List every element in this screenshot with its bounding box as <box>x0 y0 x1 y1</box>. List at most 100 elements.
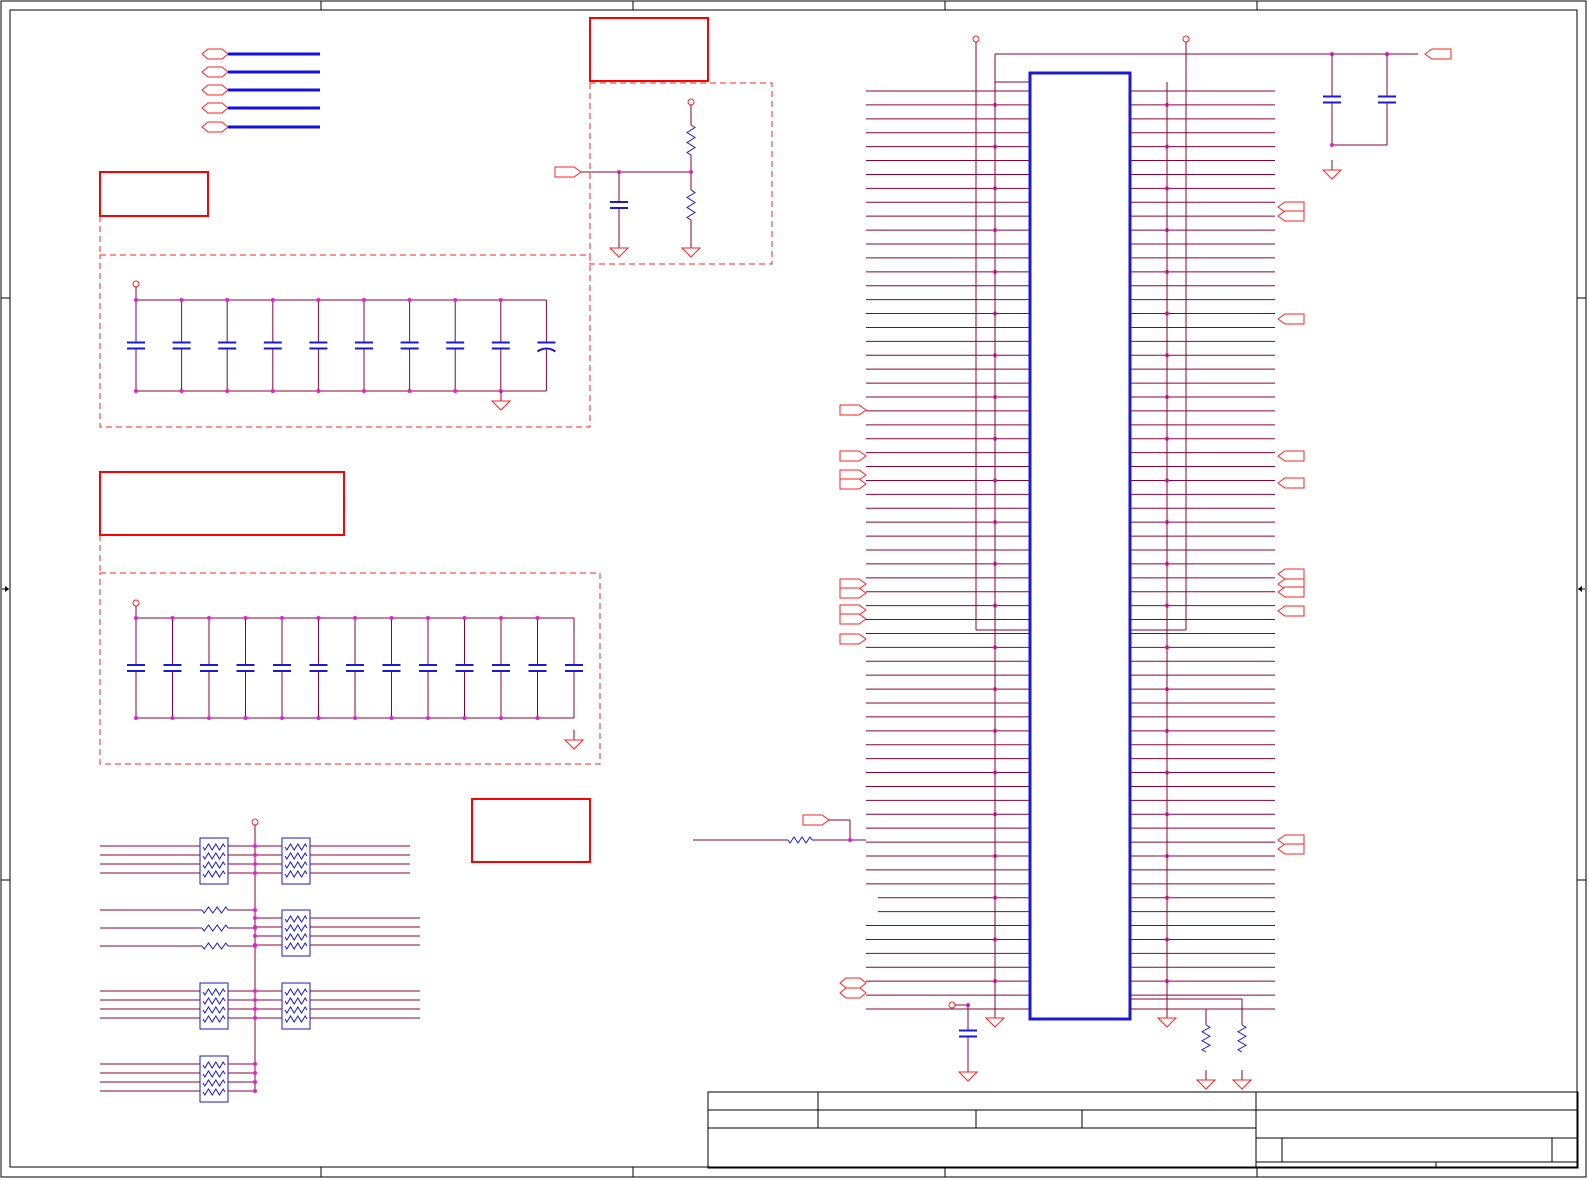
ground-icon <box>563 739 585 750</box>
resistor-icon <box>787 836 813 844</box>
junction-dot <box>389 716 394 720</box>
power-net-ports <box>201 48 320 133</box>
ground-icon <box>1195 1079 1217 1090</box>
ground-icon <box>957 1071 979 1082</box>
junction-dot <box>462 716 467 720</box>
note-boxes <box>99 17 709 863</box>
junction-dot <box>134 389 138 393</box>
off-page-port-icon <box>1277 568 1305 580</box>
junction-dot <box>1330 143 1334 147</box>
resistor-icon <box>202 1088 226 1096</box>
junction-dot <box>134 716 138 720</box>
junction-dot <box>389 616 394 620</box>
ground-icon <box>1156 1017 1178 1028</box>
junction-dot <box>280 616 284 620</box>
main-connector <box>693 35 1452 1090</box>
decoupling-capacitor-bank-1 <box>127 280 556 411</box>
junction-dot <box>453 389 458 393</box>
junction-dot <box>499 716 503 720</box>
junction-dot <box>253 844 257 848</box>
junction-dot <box>453 298 458 302</box>
junction-dot <box>253 853 257 857</box>
power-pin-icon <box>972 35 980 43</box>
junction-dot <box>848 838 852 842</box>
junction-dot <box>270 389 275 393</box>
junction-dot <box>253 871 257 875</box>
power-pin-icon <box>132 280 140 288</box>
ground-icon <box>1231 1079 1253 1090</box>
bidirectional-port-icon <box>201 84 229 96</box>
bidirectional-port-icon <box>201 48 229 60</box>
resistor-icon <box>202 1006 226 1014</box>
junction-dot <box>362 389 366 393</box>
junction-dot <box>253 989 257 993</box>
junction-dot <box>253 934 257 938</box>
bidirectional-port-icon <box>839 977 867 989</box>
resistor-icon <box>1236 1024 1248 1053</box>
junction-dot <box>280 716 284 720</box>
resistor-icon <box>202 870 226 878</box>
ground-icon <box>984 1017 1006 1028</box>
junction-dot <box>170 616 175 620</box>
off-page-port-icon <box>839 587 867 599</box>
note-box-3 <box>99 471 345 536</box>
bidirectional-port-icon <box>201 121 229 133</box>
resistor-network-array <box>100 818 420 1103</box>
junction-dot <box>407 298 412 302</box>
junction-dot <box>253 1007 257 1011</box>
resistor-icon <box>284 942 308 950</box>
resistor-icon <box>202 861 226 869</box>
bidirectional-port-icon <box>839 987 867 999</box>
junction-dot <box>426 616 430 620</box>
junction-dot <box>407 389 412 393</box>
off-page-port-icon <box>1277 313 1305 325</box>
junction-dot <box>253 1071 257 1075</box>
resistor-icon <box>202 1070 226 1078</box>
ground-icon <box>680 247 702 258</box>
junction-dot <box>253 1080 257 1084</box>
off-page-port-icon <box>1277 586 1305 598</box>
resistor-icon <box>202 997 226 1005</box>
off-page-port-icon <box>1277 477 1305 489</box>
junction-dot <box>170 716 175 720</box>
junction-dot <box>353 616 357 620</box>
voltage-divider-circuit <box>554 98 702 258</box>
junction-dot <box>253 1016 257 1020</box>
group-boxes <box>99 82 773 765</box>
resistor-icon <box>201 942 229 950</box>
junction-dot <box>535 716 540 720</box>
title-block <box>707 1091 1579 1169</box>
decoupling-group-1-box <box>99 254 591 428</box>
resistor-icon <box>686 124 696 156</box>
off-page-port-icon <box>839 478 867 490</box>
connector-body <box>1028 71 1132 1021</box>
junction-dot <box>253 916 257 920</box>
junction-dot <box>316 298 321 302</box>
resistor-icon <box>284 1006 308 1014</box>
resistor-icon <box>201 906 229 914</box>
junction-dot <box>316 716 321 720</box>
junction-dot <box>362 298 366 302</box>
power-pin-icon <box>687 98 695 106</box>
frame-arrows <box>5 586 1582 592</box>
resistor-icon <box>202 843 226 851</box>
resistor-icon <box>284 933 308 941</box>
bidirectional-port-icon <box>201 66 229 78</box>
resistor-icon <box>284 861 308 869</box>
junction-dot <box>225 298 230 302</box>
divider-group-box <box>589 82 773 265</box>
decoupling-group-2-box <box>99 572 601 765</box>
junction-dot <box>253 908 257 912</box>
resistor-icon <box>201 924 229 932</box>
junction-dot <box>253 998 257 1002</box>
junction-dot <box>179 298 184 302</box>
power-pin-icon <box>948 1001 956 1009</box>
junction-dot <box>499 616 503 620</box>
off-page-port-icon <box>1277 843 1305 855</box>
junction-dot <box>253 925 257 929</box>
off-page-port-icon <box>1277 605 1305 617</box>
junction-dot <box>243 616 248 620</box>
off-page-port-icon <box>839 404 867 416</box>
off-page-port-icon <box>839 613 867 625</box>
junction-dot <box>134 616 138 620</box>
